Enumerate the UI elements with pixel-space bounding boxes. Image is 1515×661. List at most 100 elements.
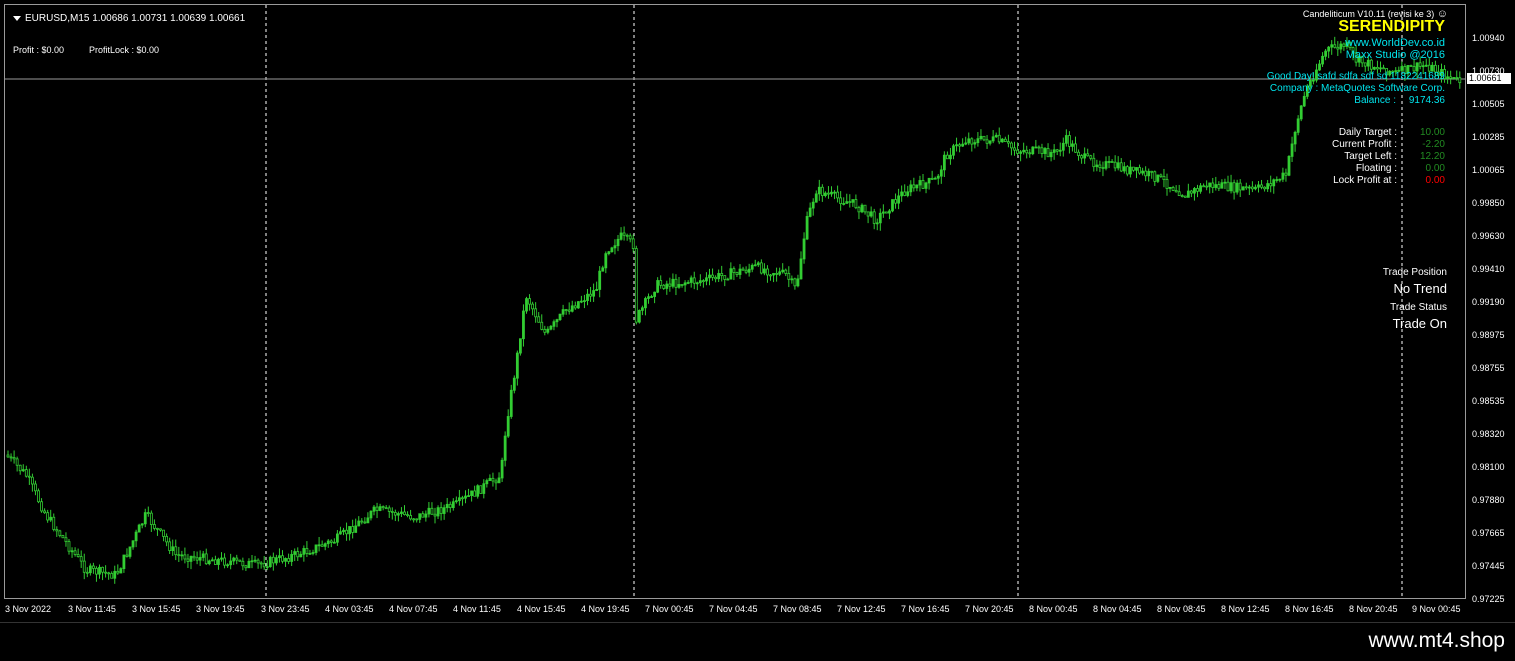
candle	[1165, 173, 1169, 196]
candle	[192, 551, 196, 561]
candle	[442, 504, 446, 520]
candle	[79, 550, 83, 568]
candle	[34, 480, 37, 496]
time-tick-label: 7 Nov 16:45	[901, 604, 950, 614]
candle	[140, 523, 144, 529]
candle	[1333, 36, 1337, 49]
candle	[314, 544, 318, 556]
candle	[946, 151, 949, 160]
candle	[1287, 155, 1291, 177]
candle	[952, 143, 955, 160]
candle	[18, 464, 22, 475]
price-tick-label: 0.99190	[1472, 297, 1505, 307]
candle	[1235, 179, 1239, 195]
candle	[1275, 176, 1279, 183]
candle	[384, 505, 388, 510]
candle	[781, 263, 785, 274]
candle	[1373, 66, 1376, 71]
candle	[506, 409, 510, 438]
candle	[1068, 131, 1071, 154]
candle	[592, 283, 595, 302]
candle	[1260, 179, 1263, 190]
candle	[970, 137, 974, 152]
candle	[976, 132, 980, 147]
candle	[680, 284, 684, 288]
time-tick-label: 3 Nov 23:45	[261, 604, 310, 614]
candle	[808, 202, 812, 218]
candle	[885, 211, 888, 214]
candle	[558, 313, 562, 321]
balance-label: Balance :	[1354, 95, 1396, 106]
price-tick-label: 0.98320	[1472, 429, 1505, 439]
trade-position-value: No Trend	[1393, 281, 1447, 296]
candle	[644, 296, 647, 316]
candle	[232, 556, 236, 565]
candle	[942, 151, 946, 178]
price-chart[interactable]: EURUSD,M15 1.00686 1.00731 1.00639 1.006…	[4, 4, 1466, 599]
candle	[24, 465, 28, 478]
candle	[1040, 143, 1044, 158]
candle	[625, 233, 629, 241]
time-tick-label: 8 Nov 12:45	[1221, 604, 1270, 614]
candle	[82, 553, 86, 580]
candle	[723, 275, 727, 287]
candle	[964, 136, 968, 146]
candle	[1269, 175, 1273, 193]
candle	[1217, 181, 1221, 192]
candle	[281, 550, 284, 564]
candle	[363, 517, 367, 524]
candle	[439, 502, 443, 521]
candle	[1296, 115, 1300, 136]
candle	[1238, 179, 1242, 198]
candle	[811, 198, 815, 216]
candle	[1293, 130, 1297, 152]
candle	[1193, 186, 1196, 201]
candle	[451, 498, 455, 511]
candle	[390, 507, 394, 520]
time-tick-label: 4 Nov 11:45	[453, 604, 501, 614]
candle	[689, 275, 693, 288]
candle	[311, 549, 315, 556]
time-tick-label: 3 Nov 2022	[5, 604, 52, 614]
candlestick-plot[interactable]	[5, 5, 1466, 599]
candle	[1290, 136, 1294, 163]
candle	[1147, 168, 1151, 182]
candle	[409, 509, 413, 521]
candle	[1339, 41, 1343, 54]
candle	[67, 538, 71, 555]
candle	[729, 262, 733, 280]
candle	[107, 571, 111, 580]
candle	[897, 188, 900, 210]
chevron-down-icon[interactable]	[13, 15, 21, 21]
candle	[860, 203, 864, 214]
candle	[61, 534, 65, 539]
candle	[930, 170, 934, 180]
candle	[628, 233, 632, 243]
candle	[519, 338, 522, 356]
price-tick-label: 0.99630	[1472, 231, 1505, 241]
candle	[406, 511, 409, 518]
candle	[473, 485, 477, 497]
candle	[814, 190, 818, 203]
symbol-header[interactable]: EURUSD,M15 1.00686 1.00731 1.00639 1.006…	[13, 13, 245, 24]
candle	[613, 239, 617, 255]
candle	[1177, 184, 1181, 197]
candle	[101, 566, 104, 581]
lock-profit-value: 0.00	[1425, 175, 1445, 186]
candle	[616, 235, 620, 252]
candle	[695, 281, 699, 291]
candle	[601, 265, 605, 272]
candle	[1202, 183, 1205, 188]
candle	[634, 245, 638, 325]
candle	[256, 558, 260, 569]
candle	[461, 495, 464, 506]
candle	[162, 529, 165, 542]
candle	[497, 472, 501, 484]
candle	[470, 490, 474, 502]
candle	[702, 279, 705, 288]
candle	[305, 541, 309, 558]
floating-label: Floating :	[1355, 163, 1397, 174]
candle	[845, 193, 849, 204]
candle	[705, 272, 708, 286]
candle	[875, 218, 879, 231]
